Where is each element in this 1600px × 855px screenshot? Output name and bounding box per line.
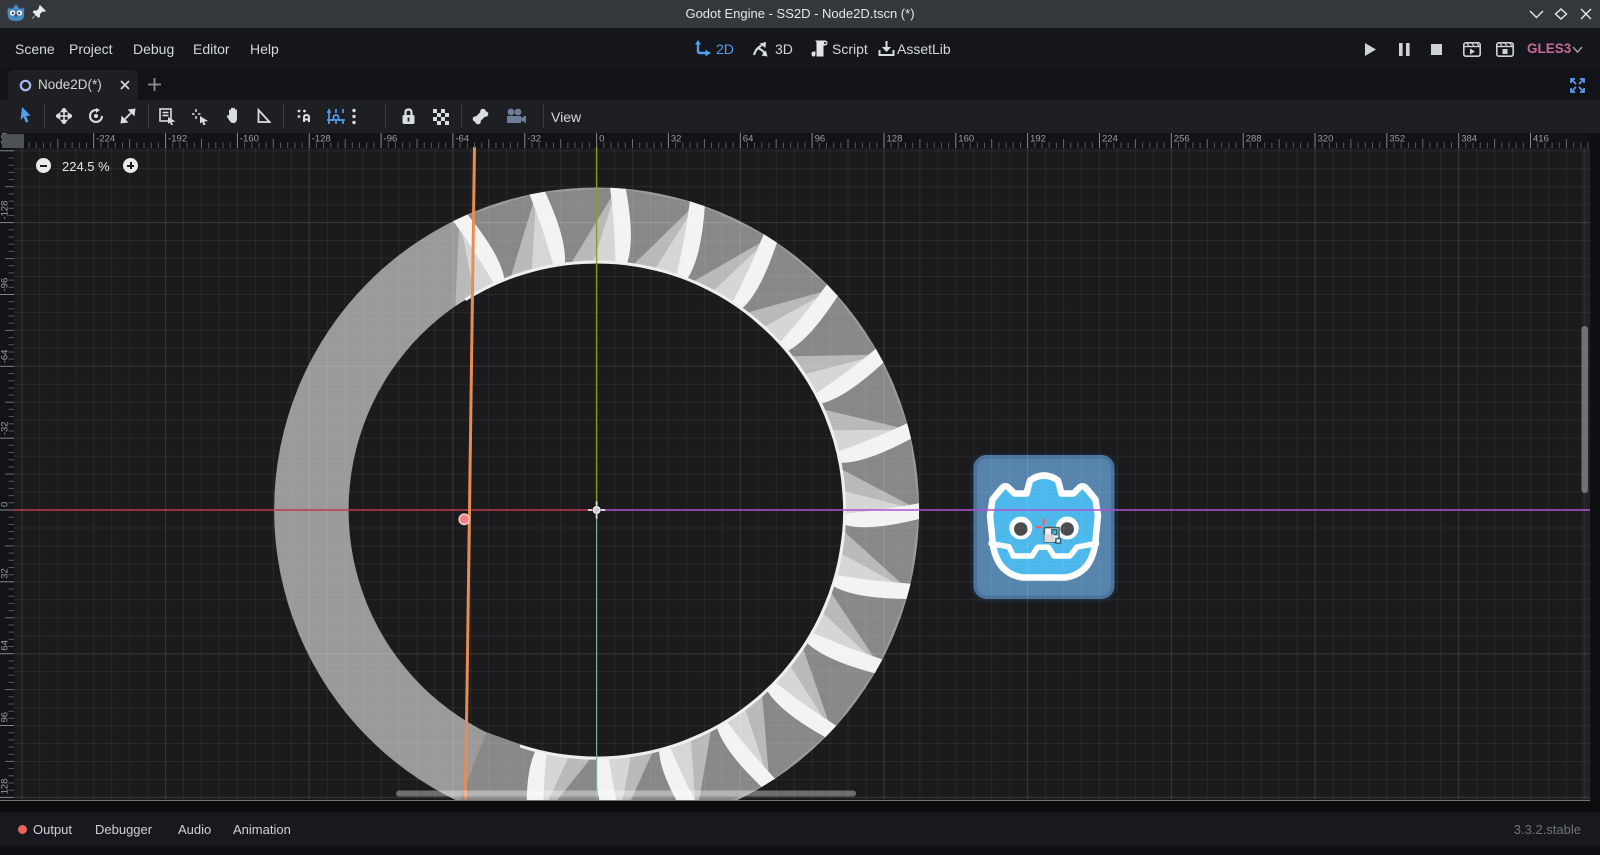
svg-text:0: 0 — [0, 502, 11, 507]
svg-text:384: 384 — [1461, 134, 1477, 145]
svg-text:32: 32 — [671, 134, 682, 145]
svg-text:-160: -160 — [240, 134, 259, 145]
svg-text:-32: -32 — [0, 421, 11, 435]
svg-text:288: 288 — [1246, 134, 1262, 145]
svg-text:224: 224 — [1102, 134, 1118, 145]
svg-text:352: 352 — [1389, 134, 1405, 145]
svg-text:96: 96 — [815, 134, 826, 145]
svg-text:96: 96 — [0, 712, 11, 723]
svg-text:-128: -128 — [312, 134, 331, 145]
svg-text:-192: -192 — [168, 134, 187, 145]
svg-text:-64: -64 — [0, 350, 11, 364]
svg-text:192: 192 — [1030, 134, 1046, 145]
svg-text:256: 256 — [1174, 134, 1190, 145]
svg-text:-224: -224 — [96, 134, 115, 145]
svg-text:64: 64 — [743, 134, 754, 145]
svg-text:-96: -96 — [0, 278, 11, 292]
svg-text:160: 160 — [958, 134, 974, 145]
svg-text:64: 64 — [0, 640, 11, 651]
svg-text:128: 128 — [887, 134, 903, 145]
svg-text:416: 416 — [1533, 134, 1549, 145]
svg-text:32: 32 — [0, 568, 11, 579]
svg-text:128: 128 — [0, 779, 11, 795]
svg-text:320: 320 — [1318, 134, 1334, 145]
svg-text:-128: -128 — [0, 201, 11, 220]
